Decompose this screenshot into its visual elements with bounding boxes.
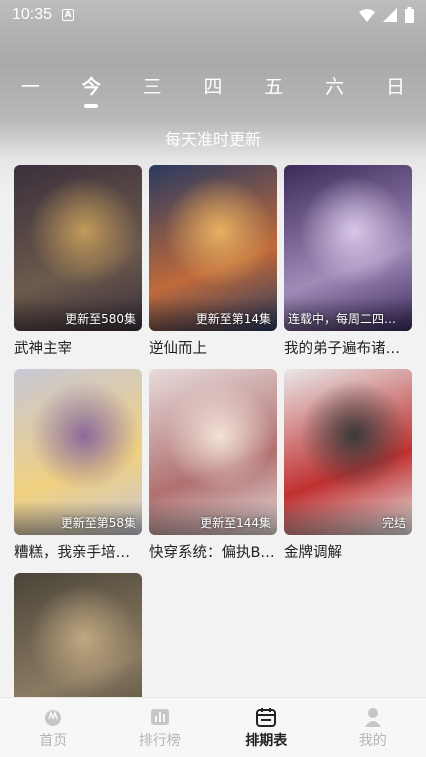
schedule-subtitle: 每天准时更新 [164, 130, 261, 149]
show-title[interactable]: 快穿系统：偏执BOSS又吃醋了 [149, 541, 277, 561]
active-tab-indicator [84, 104, 99, 108]
tab-label: 五 [264, 76, 284, 98]
calendar-icon [256, 707, 277, 727]
signal-icon [383, 8, 397, 22]
status-bar: 10:35 A [0, 0, 426, 30]
tab-label: 三 [142, 76, 162, 98]
show-card[interactable]: 连载中，每周二四更新 我的弟子遍布诸天万界 [284, 165, 412, 357]
status-indicators [359, 7, 414, 23]
show-title[interactable]: 糟糕，我亲手培养的逆徒竟然反了 [14, 541, 142, 561]
ranking-icon [150, 708, 169, 725]
show-card[interactable]: 更新至第58集 糟糕，我亲手培养的逆徒竟然反了 [14, 369, 142, 561]
show-cover[interactable]: 更新至第58集 [14, 369, 142, 535]
battery-icon [405, 7, 414, 23]
show-title[interactable]: 金牌调解 [284, 541, 412, 561]
tab-label: 一 [20, 76, 40, 98]
show-cover[interactable]: 完结 [284, 369, 412, 535]
show-title[interactable]: 我的弟子遍布诸天万界 [284, 337, 412, 357]
nav-ranking[interactable]: 排行榜 [120, 706, 200, 750]
episode-status: 更新至580集 [65, 312, 136, 326]
notification-icon: A [62, 9, 75, 21]
episode-status: 更新至144集 [200, 516, 271, 530]
nav-label: 首页 [39, 732, 68, 749]
cover-art-image [149, 165, 277, 331]
tab-monday[interactable]: 一 [5, 72, 55, 108]
nav-home[interactable]: 首页 [13, 706, 93, 750]
nav-profile[interactable]: 我的 [333, 706, 413, 750]
show-title[interactable]: 武神主宰 [14, 337, 142, 357]
tab-label: 今 [81, 76, 101, 98]
show-cover[interactable]: 连载中，每周二四更新 [284, 165, 412, 331]
weekday-tabs: 一 今 三 四 五 六 日 [0, 72, 426, 108]
show-grid: 更新至580集 武神主宰 更新至第14集 逆仙而上 连载中，每周二四更新 我的弟… [14, 165, 414, 739]
tab-wednesday[interactable]: 三 [127, 72, 177, 108]
show-card[interactable]: 更新至580集 武神主宰 [14, 165, 142, 357]
show-title[interactable]: 逆仙而上 [149, 337, 277, 357]
cover-art-image [14, 369, 142, 535]
episode-status: 更新至第58集 [60, 516, 136, 530]
tab-friday[interactable]: 五 [249, 72, 299, 108]
bottom-nav: 首页 排行榜 排期表 我的 [0, 697, 426, 757]
show-card[interactable]: 完结 金牌调解 [284, 369, 412, 561]
episode-status: 连载中，每周二四更新 [288, 312, 406, 326]
status-time: 10:35 [12, 6, 53, 23]
episode-status: 更新至第14集 [195, 312, 271, 326]
nav-label: 我的 [358, 732, 387, 749]
tab-label: 日 [385, 76, 405, 98]
tab-label: 六 [325, 76, 345, 98]
wifi-icon [359, 8, 375, 22]
episode-status: 完结 [381, 516, 406, 530]
cover-art-image [284, 165, 412, 331]
cover-art-image [14, 165, 142, 331]
profile-icon [364, 707, 381, 727]
tab-sunday[interactable]: 日 [370, 72, 420, 108]
show-card[interactable]: 更新至144集 快穿系统：偏执BOSS又吃醋了 [149, 369, 277, 561]
cover-art-image [149, 369, 277, 535]
nav-label: 排行榜 [138, 732, 181, 749]
tab-label: 四 [203, 76, 223, 98]
nav-schedule[interactable]: 排期表 [226, 706, 306, 750]
cover-art-image [284, 369, 412, 535]
tab-today[interactable]: 今 [66, 72, 116, 108]
show-cover[interactable]: 更新至144集 [149, 369, 277, 535]
show-cover[interactable]: 更新至第14集 [149, 165, 277, 331]
tab-saturday[interactable]: 六 [310, 72, 360, 108]
tab-thursday[interactable]: 四 [188, 72, 238, 108]
home-icon [45, 709, 62, 726]
nav-label: 排期表 [245, 732, 288, 749]
show-card[interactable]: 更新至第14集 逆仙而上 [149, 165, 277, 357]
show-cover[interactable]: 更新至580集 [14, 165, 142, 331]
